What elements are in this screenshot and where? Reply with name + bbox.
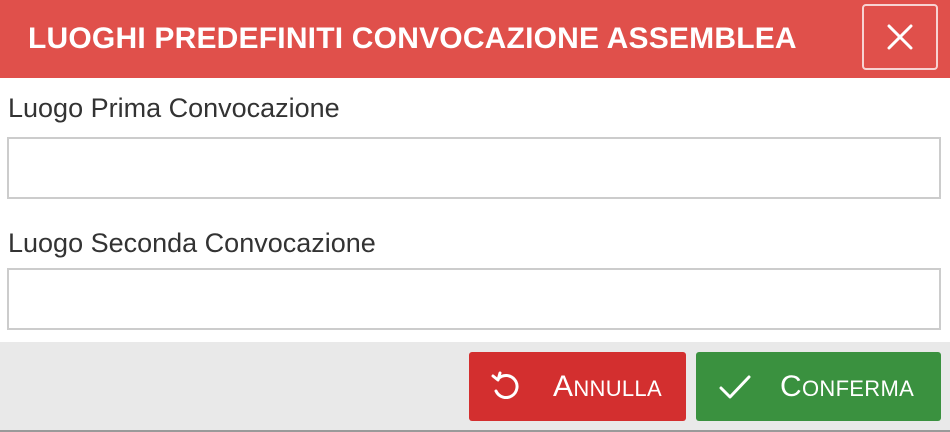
first-convocation-label: Luogo Prima Convocazione: [8, 93, 340, 123]
second-convocation-label: Luogo Seconda Convocazione: [8, 228, 376, 258]
dialog-title: LUOGHI PREDEFINITI CONVOCAZIONE ASSEMBLE…: [28, 22, 797, 55]
cancel-button[interactable]: ANNULLA: [469, 352, 686, 421]
close-icon: [887, 24, 913, 50]
check-icon: [719, 375, 751, 398]
second-convocation-input[interactable]: [7, 268, 941, 330]
first-convocation-input[interactable]: [7, 137, 941, 199]
undo-icon: [491, 371, 519, 399]
dialog-header: LUOGHI PREDEFINITI CONVOCAZIONE ASSEMBLE…: [0, 0, 950, 78]
dialog: LUOGHI PREDEFINITI CONVOCAZIONE ASSEMBLE…: [0, 0, 950, 432]
confirm-button[interactable]: CONFERMA: [696, 352, 941, 421]
confirm-button-label: CONFERMA: [780, 370, 915, 403]
close-button[interactable]: [862, 4, 938, 70]
cancel-button-label: ANNULLA: [553, 370, 662, 403]
